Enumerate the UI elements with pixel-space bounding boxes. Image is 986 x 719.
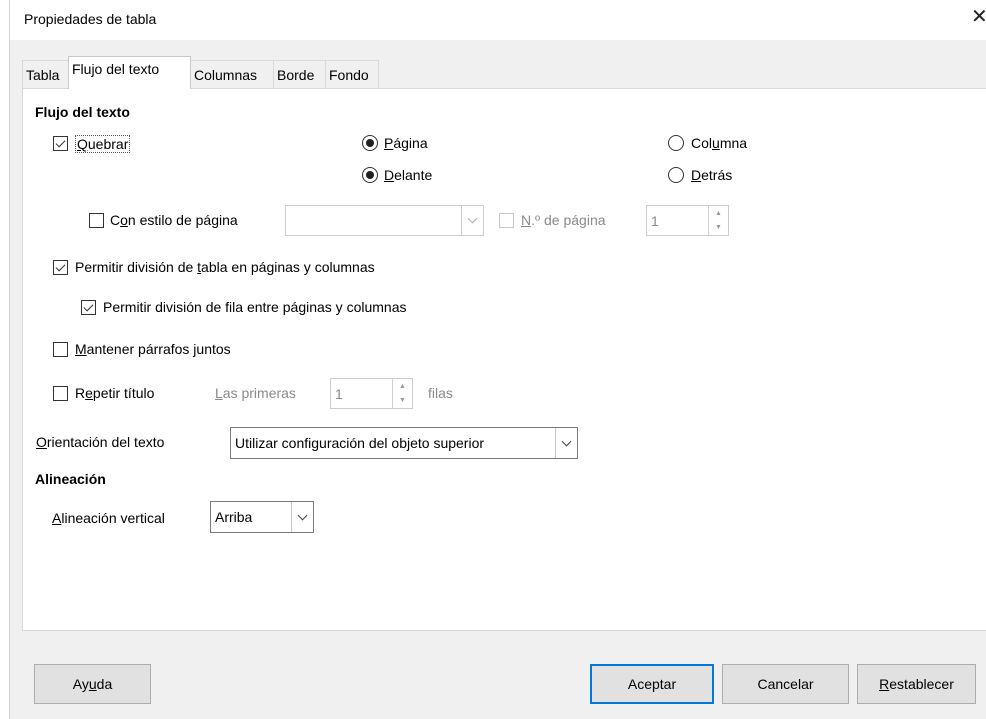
break-checkbox[interactable] — [53, 136, 68, 151]
page-number-spinbox[interactable]: 1 ▲ ▼ — [646, 205, 729, 236]
tab-columnas[interactable]: Columnas — [190, 60, 274, 88]
section-heading-alignment: Alineación — [35, 471, 106, 487]
allow-table-split-checkbox[interactable] — [53, 260, 68, 275]
column-radio-label: Columna — [691, 135, 748, 151]
chevron-down-icon — [461, 206, 483, 235]
spin-down-icon[interactable]: ▼ — [709, 221, 728, 236]
window-title: Propiedades de tabla — [24, 11, 157, 27]
after-radio-label: Detrás — [691, 167, 733, 183]
spin-down-icon[interactable]: ▼ — [393, 394, 412, 409]
text-orientation-dropdown[interactable]: Utilizar configuración del objeto superi… — [230, 427, 578, 459]
tab-fondo[interactable]: Fondo — [325, 60, 379, 88]
before-radio-label: Delante — [384, 167, 433, 183]
tab-tabla[interactable]: Tabla — [22, 60, 70, 88]
rows-unit-label: filas — [428, 385, 453, 401]
repeat-heading-checkbox[interactable] — [53, 386, 68, 401]
section-heading-text-flow: Flujo del texto — [35, 104, 130, 120]
allow-table-split-label: Permitir división de tabla en páginas y … — [75, 259, 375, 275]
spin-up-icon[interactable]: ▲ — [393, 379, 412, 394]
chevron-down-icon — [555, 428, 577, 458]
spin-up-icon[interactable]: ▲ — [709, 206, 728, 221]
before-radio[interactable] — [362, 167, 378, 183]
keep-together-checkbox[interactable] — [53, 342, 68, 357]
page-radio[interactable] — [362, 135, 378, 151]
break-label[interactable]: Quebrar — [75, 135, 131, 153]
page-number-checkbox[interactable] — [499, 213, 514, 228]
ok-button[interactable]: Aceptar — [590, 664, 714, 704]
chevron-down-icon — [291, 502, 313, 532]
first-rows-spinbox[interactable]: 1 ▲ ▼ — [330, 378, 413, 409]
help-button[interactable]: Ay u da — [34, 664, 151, 704]
tab-borde[interactable]: Borde — [273, 60, 326, 88]
page-style-checkbox[interactable] — [89, 213, 104, 228]
page-number-label: N.º de página — [521, 212, 606, 228]
column-radio[interactable] — [668, 135, 684, 151]
cancel-button[interactable]: Cancelar — [722, 664, 849, 704]
first-rows-label: Las primeras — [215, 385, 296, 401]
text-orientation-label: Orientación del texto — [36, 434, 165, 450]
title-bar: Propiedades de tabla ✕ — [10, 0, 986, 40]
background-window-edge — [0, 0, 10, 719]
reset-button[interactable]: Restablecer — [857, 664, 976, 704]
repeat-heading-label: Repetir título — [75, 385, 155, 401]
vertical-alignment-label: Alineación vertical — [52, 510, 165, 526]
allow-row-split-checkbox[interactable] — [81, 300, 96, 315]
allow-row-split-label: Permitir división de fila entre páginas … — [103, 299, 407, 315]
page-radio-label: Página — [384, 135, 428, 151]
page-style-dropdown[interactable] — [285, 205, 484, 236]
vertical-alignment-dropdown[interactable]: Arriba — [210, 501, 314, 533]
after-radio[interactable] — [668, 167, 684, 183]
keep-together-label: Mantener párrafos juntos — [75, 341, 231, 357]
tab-flujo-del-texto[interactable]: Flujo del texto — [68, 56, 191, 89]
page-style-label: Con estilo de página — [110, 212, 238, 228]
tab-panel — [22, 88, 986, 631]
close-icon[interactable]: ✕ — [971, 7, 986, 27]
